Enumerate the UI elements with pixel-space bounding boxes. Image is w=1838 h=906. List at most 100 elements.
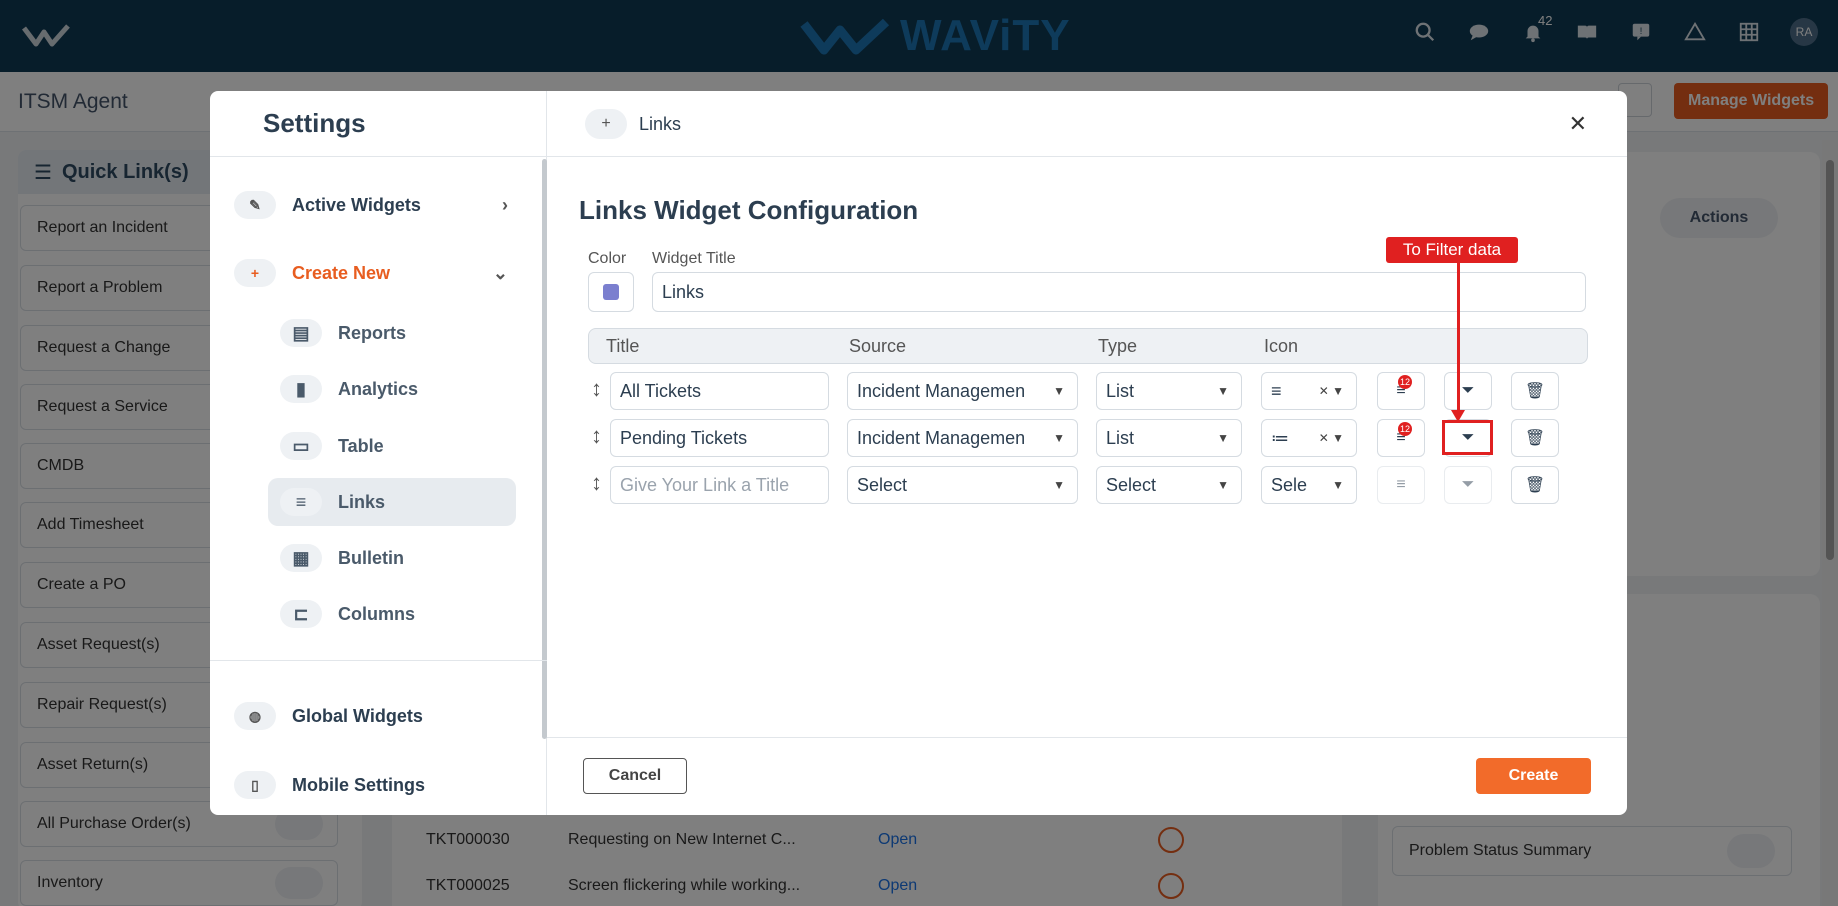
color-swatch — [603, 284, 619, 300]
chevron-down-icon: ▼ — [1053, 384, 1065, 398]
modal-footer: Cancel Create — [547, 737, 1627, 815]
link-list-icon: ≡ — [280, 488, 322, 516]
links-table-header: Title Source Type Icon — [588, 328, 1588, 364]
drag-handle-icon[interactable]: ↕ — [591, 376, 602, 402]
color-picker[interactable] — [588, 272, 634, 312]
type-select[interactable]: List ▼ — [1096, 372, 1242, 410]
columns-icon: ⊏ — [280, 600, 322, 628]
nav-active-widgets[interactable]: ✎ Active Widgets › — [234, 191, 534, 219]
nav-label: Create New — [292, 262, 391, 283]
clear-dropdown-icon: ✕ ▼ — [1318, 431, 1344, 445]
mobile-icon: ▯ — [234, 771, 276, 799]
source-value: Incident Managemen — [857, 380, 1026, 401]
source-select[interactable]: Select ▼ — [847, 466, 1078, 504]
nav-mobile-settings[interactable]: ▯ Mobile Settings — [234, 771, 425, 799]
color-label: Color — [588, 250, 627, 267]
plus-icon: + — [585, 109, 627, 139]
filter-button[interactable]: ⏷ — [1444, 372, 1492, 410]
trash-icon: 🗑 — [1524, 477, 1546, 494]
filter-icon: ⏷ — [1461, 476, 1475, 493]
list-options-button[interactable]: ≡ 12 — [1377, 419, 1425, 457]
tab-links[interactable]: + Links — [585, 109, 693, 139]
sub-item-bulletin[interactable]: ▦ Bulletin — [268, 534, 516, 582]
link-title-input[interactable]: Give Your Link a Title — [610, 466, 829, 504]
bulletin-icon: ▦ — [280, 544, 322, 572]
folder-icon: ▭ — [280, 432, 322, 460]
nav-label: Global Widgets — [292, 705, 423, 726]
delete-button[interactable]: 🗑 — [1511, 466, 1559, 504]
list-icon: ≡ — [1271, 380, 1282, 401]
settings-modal: Settings ✎ Active Widgets › + Create New… — [210, 91, 1627, 815]
chevron-down-icon: ▼ — [1053, 478, 1065, 492]
icon-select[interactable]: ≔ ✕ ▼ — [1261, 419, 1357, 457]
chevron-down-icon: ▼ — [1217, 384, 1229, 398]
drag-handle-icon[interactable]: ↕ — [591, 423, 602, 449]
type-value: List — [1106, 427, 1135, 448]
filter-icon: ⏷ — [1461, 382, 1475, 399]
chevron-down-icon: ⌄ — [492, 262, 508, 283]
type-select[interactable]: List ▼ — [1096, 419, 1242, 457]
list-options-button[interactable]: ≡ 12 — [1377, 372, 1425, 410]
icon-select[interactable]: ≡ ✕ ▼ — [1261, 372, 1357, 410]
plus-icon: + — [234, 259, 276, 287]
callout-arrow-line — [1457, 263, 1460, 413]
link-title-input[interactable]: All Tickets — [610, 372, 829, 410]
filter-highlight-box — [1442, 420, 1493, 455]
clear-dropdown-icon: ✕ ▼ — [1318, 384, 1344, 398]
nav-create-new[interactable]: + Create New ⌄ — [234, 259, 534, 287]
col-source: Source — [849, 336, 907, 356]
filter-button[interactable]: ⏷ — [1444, 466, 1492, 504]
widget-title-input[interactable]: Links — [652, 272, 1586, 312]
sort-lines-icon: ≔ — [1271, 427, 1289, 448]
source-select[interactable]: Incident Managemen ▼ — [847, 419, 1078, 457]
list-options-button[interactable]: ≡ — [1377, 466, 1425, 504]
report-icon: ▤ — [280, 319, 322, 347]
config-title: Links Widget Configuration — [579, 195, 919, 225]
settings-title: Settings — [210, 91, 546, 157]
chevron-down-icon: ▼ — [1053, 431, 1065, 445]
sub-item-columns[interactable]: ⊏ Columns — [268, 590, 516, 638]
sub-item-table[interactable]: ▭ Table — [268, 422, 516, 470]
delete-button[interactable]: 🗑 — [1511, 372, 1559, 410]
tab-label: Links — [639, 113, 682, 134]
sub-item-analytics[interactable]: ▮ Analytics — [268, 365, 516, 413]
sub-item-label: Table — [338, 435, 384, 456]
globe-icon: ◍ — [234, 702, 276, 730]
sub-item-reports[interactable]: ▤ Reports — [268, 309, 516, 357]
create-button[interactable]: Create — [1476, 758, 1591, 794]
close-icon[interactable]: ✕ — [1569, 111, 1587, 137]
chevron-right-icon: › — [502, 194, 508, 215]
type-value: Select — [1106, 474, 1157, 495]
chevron-down-icon: ▼ — [1332, 478, 1344, 492]
sub-item-label: Analytics — [338, 378, 419, 399]
sub-item-label: Reports — [338, 322, 407, 343]
link-title-input[interactable]: Pending Tickets — [610, 419, 829, 457]
nav-label: Mobile Settings — [292, 774, 426, 795]
list-icon: ≡ — [1396, 476, 1406, 493]
nav-label: Active Widgets — [292, 194, 421, 215]
type-select[interactable]: Select ▼ — [1096, 466, 1242, 504]
type-value: List — [1106, 380, 1135, 401]
settings-sidebar: Settings ✎ Active Widgets › + Create New… — [210, 91, 547, 815]
drag-handle-icon[interactable]: ↕ — [591, 470, 602, 496]
nav-global-widgets[interactable]: ◍ Global Widgets — [234, 702, 423, 730]
icon-value: Sele — [1271, 474, 1308, 495]
sub-item-links[interactable]: ≡ Links — [268, 478, 516, 526]
trash-icon: 🗑 — [1524, 430, 1546, 447]
col-title: Title — [606, 336, 640, 356]
source-value: Select — [857, 474, 908, 495]
delete-button[interactable]: 🗑 — [1511, 419, 1559, 457]
cancel-button[interactable]: Cancel — [583, 758, 687, 794]
trash-icon: 🗑 — [1524, 383, 1546, 400]
chevron-down-icon: ▼ — [1217, 431, 1229, 445]
source-select[interactable]: Incident Managemen ▼ — [847, 372, 1078, 410]
source-value: Incident Managemen — [857, 427, 1026, 448]
bar-chart-icon: ▮ — [280, 375, 322, 403]
chevron-down-icon: ▼ — [1217, 478, 1229, 492]
filter-callout-label: To Filter data — [1386, 237, 1518, 263]
sub-item-label: Columns — [338, 603, 416, 624]
col-icon: Icon — [1264, 336, 1299, 356]
icon-select[interactable]: Sele ▼ — [1261, 466, 1357, 504]
sidebar-divider — [210, 660, 547, 661]
sub-item-label: Bulletin — [338, 547, 404, 568]
